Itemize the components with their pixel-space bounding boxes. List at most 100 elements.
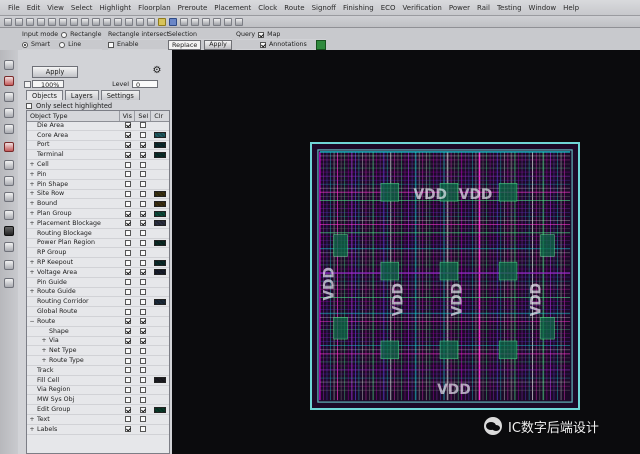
table-row[interactable]: Port xyxy=(27,141,169,151)
table-row[interactable]: + Pin Shape xyxy=(27,180,169,190)
annotations-checkbox[interactable] xyxy=(260,41,266,48)
expander-icon[interactable]: + xyxy=(29,161,35,168)
sel-checkbox[interactable] xyxy=(140,151,147,158)
color-swatch[interactable] xyxy=(154,220,167,227)
tool-icon-14[interactable] xyxy=(4,278,14,288)
vis-checkbox[interactable] xyxy=(124,386,131,393)
vis-checkbox[interactable] xyxy=(124,239,131,246)
menu-item-eco[interactable]: ECO xyxy=(381,0,396,16)
sel-checkbox[interactable] xyxy=(140,426,147,433)
sel-checkbox[interactable] xyxy=(140,367,147,374)
panel-apply-button[interactable]: Apply xyxy=(32,66,78,78)
menu-item-power[interactable]: Power xyxy=(449,0,470,16)
table-row[interactable]: Routing Corridor xyxy=(27,297,169,308)
tab-settings[interactable]: Settings xyxy=(100,90,140,100)
sel-checkbox[interactable] xyxy=(140,279,147,286)
table-row[interactable]: − Route xyxy=(27,317,169,327)
toolbar-icon-19[interactable] xyxy=(202,17,210,26)
vis-checkbox[interactable] xyxy=(124,210,131,217)
table-row[interactable]: Global Route xyxy=(27,307,169,317)
selection-apply-button[interactable]: Apply xyxy=(204,39,232,50)
tool-icon-3[interactable] xyxy=(4,92,14,102)
tool-icon-7[interactable] xyxy=(4,160,14,170)
menu-item-rail[interactable]: Rail xyxy=(477,0,490,16)
vis-checkbox[interactable] xyxy=(124,151,131,158)
sel-checkbox[interactable] xyxy=(140,298,147,305)
vis-checkbox[interactable] xyxy=(124,328,131,335)
level-spinbox[interactable]: 0 xyxy=(132,80,158,89)
toolbar-icon-10[interactable] xyxy=(103,17,111,26)
table-row[interactable]: Shape xyxy=(27,327,169,337)
toolbar-icon-1[interactable] xyxy=(4,17,12,26)
vis-checkbox[interactable] xyxy=(124,347,131,354)
table-row[interactable]: Routing Blockage xyxy=(27,229,169,239)
sel-checkbox[interactable] xyxy=(140,190,147,197)
expander-icon[interactable]: + xyxy=(41,357,47,364)
table-row[interactable]: Via Region xyxy=(27,386,169,396)
table-row[interactable]: + Pin xyxy=(27,170,169,180)
vis-checkbox[interactable] xyxy=(124,288,131,295)
expander-icon[interactable]: + xyxy=(29,190,35,197)
menu-item-file[interactable]: File xyxy=(8,0,20,16)
table-row[interactable]: + Site Row xyxy=(27,190,169,200)
color-swatch[interactable] xyxy=(154,239,167,246)
vis-checkbox[interactable] xyxy=(124,337,131,344)
toolbar-icon-11[interactable] xyxy=(114,17,122,26)
sel-checkbox[interactable] xyxy=(140,357,147,364)
tool-icon-2[interactable] xyxy=(4,76,14,86)
menu-item-highlight[interactable]: Highlight xyxy=(100,0,132,16)
table-row[interactable]: + Route Type xyxy=(27,356,169,366)
menu-item-signoff[interactable]: Signoff xyxy=(312,0,336,16)
table-row[interactable]: + Labels xyxy=(27,425,169,435)
table-row[interactable]: Core Area xyxy=(27,131,169,141)
sel-checkbox[interactable] xyxy=(140,318,147,325)
vis-checkbox[interactable] xyxy=(124,308,131,315)
vis-checkbox[interactable] xyxy=(124,171,131,178)
menu-item-preroute[interactable]: Preroute xyxy=(178,0,208,16)
color-swatch[interactable] xyxy=(154,259,167,266)
toolbar-icon-15[interactable] xyxy=(158,17,166,26)
table-row[interactable]: + Bound xyxy=(27,199,169,210)
expander-icon[interactable]: + xyxy=(29,259,35,266)
sel-checkbox[interactable] xyxy=(140,171,147,178)
sel-checkbox[interactable] xyxy=(140,230,147,237)
table-row[interactable]: Track xyxy=(27,366,169,376)
zoom-menu-icon[interactable] xyxy=(24,81,31,88)
color-swatch[interactable] xyxy=(154,200,167,207)
color-swatch[interactable] xyxy=(154,141,167,148)
rectangle-radio[interactable] xyxy=(61,31,68,38)
tool-icon-12[interactable] xyxy=(4,242,14,252)
menu-item-route[interactable]: Route xyxy=(284,0,304,16)
vis-checkbox[interactable] xyxy=(124,357,131,364)
table-row[interactable]: Pin Guide xyxy=(27,278,169,288)
tab-layers[interactable]: Layers xyxy=(64,90,99,100)
table-row[interactable]: + RP Keepout xyxy=(27,258,169,268)
toolbar-icon-16[interactable] xyxy=(169,17,177,26)
tool-icon-10[interactable] xyxy=(4,210,14,220)
sel-checkbox[interactable] xyxy=(140,406,147,413)
vis-checkbox[interactable] xyxy=(124,377,131,384)
smart-radio[interactable] xyxy=(22,41,28,48)
sel-checkbox[interactable] xyxy=(140,132,147,139)
menu-item-placement[interactable]: Placement xyxy=(214,0,251,16)
sel-checkbox[interactable] xyxy=(140,161,147,168)
color-swatch[interactable] xyxy=(154,406,167,413)
sel-checkbox[interactable] xyxy=(140,328,147,335)
expander-icon[interactable]: + xyxy=(29,426,35,433)
sel-checkbox[interactable] xyxy=(140,249,147,256)
toolbar-icon-14[interactable] xyxy=(147,17,155,26)
sel-checkbox[interactable] xyxy=(140,200,147,207)
vis-checkbox[interactable] xyxy=(124,279,131,286)
expander-icon[interactable]: + xyxy=(29,200,35,207)
vis-checkbox[interactable] xyxy=(124,298,131,305)
vis-checkbox[interactable] xyxy=(124,190,131,197)
toolbar-icon-8[interactable] xyxy=(81,17,89,26)
enable-checkbox[interactable] xyxy=(108,41,114,48)
vis-checkbox[interactable] xyxy=(124,161,131,168)
color-swatch[interactable] xyxy=(154,132,167,139)
sel-checkbox[interactable] xyxy=(140,210,147,217)
menu-item-floorplan[interactable]: Floorplan xyxy=(138,0,171,16)
color-swatch[interactable] xyxy=(154,151,167,158)
table-row[interactable]: + Text xyxy=(27,415,169,425)
chip-layout[interactable]: VDD VDD VDD VDD VDD VDD VDD xyxy=(310,142,580,410)
